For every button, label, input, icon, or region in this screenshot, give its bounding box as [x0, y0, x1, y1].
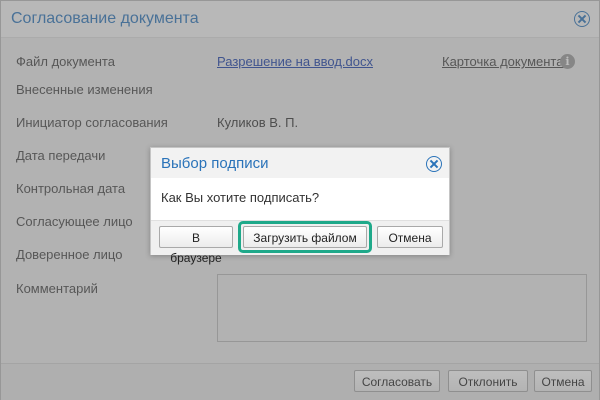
modal-title: Выбор подписи [161, 155, 269, 172]
modal-question: Как Вы хотите подписать? [161, 190, 320, 205]
sign-in-browser-button[interactable]: В браузере [159, 226, 233, 265]
modal-close-icon[interactable] [426, 156, 442, 172]
upload-file-button[interactable]: Загрузить файлом [243, 226, 367, 248]
modal-titlebar: Выбор подписи [151, 148, 449, 178]
signature-choice-modal: Выбор подписи Как Вы хотите подписать? В… [150, 147, 450, 265]
modal-cancel-button[interactable]: Отмена [377, 226, 443, 248]
